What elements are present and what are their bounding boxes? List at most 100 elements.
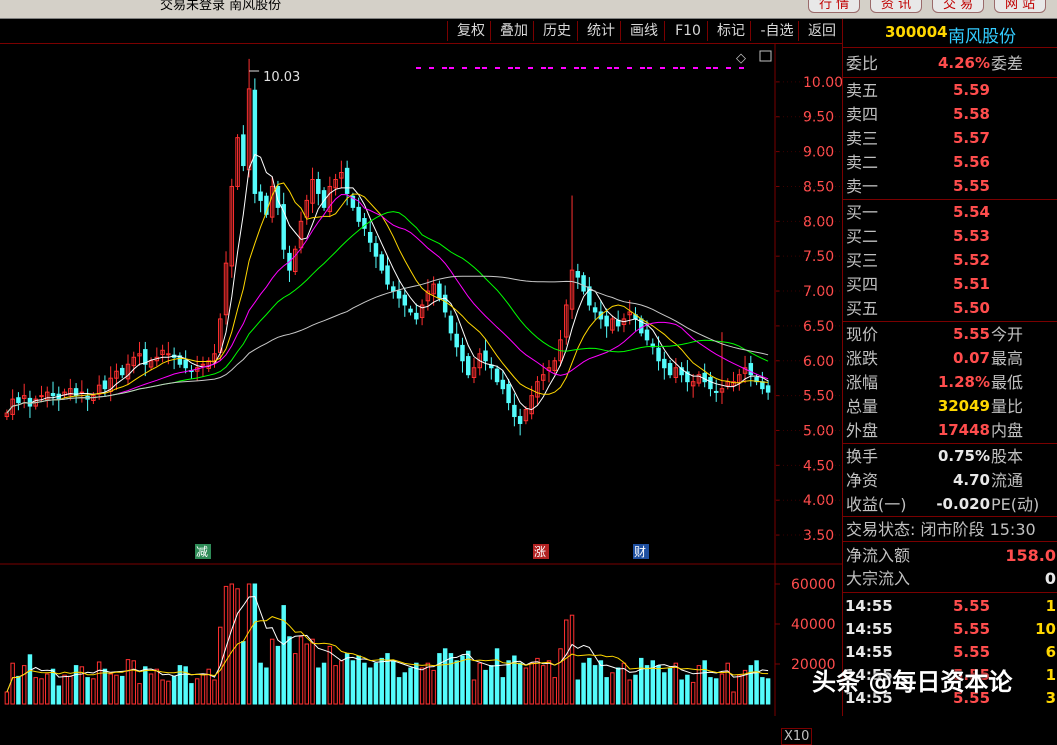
tick-row: 14:55 5.55 1: [843, 595, 1057, 618]
volume-bar: [448, 653, 454, 705]
price-axis: 10.00 9.50 9.00 8.50 8.00 7.50 7.00 6.50 6.00 5.5…: [775, 75, 843, 544]
volume-bar: [102, 668, 108, 705]
volume-bar: [33, 677, 38, 705]
watermark: 头条 @每日资本论: [812, 668, 1013, 696]
candle-body: [241, 134, 246, 167]
kline-chart[interactable]: 10.00 9.50 9.00 8.50 8.00 7.50 7.00 6.50 6.00 5.5…: [0, 44, 843, 745]
volume-bar: [633, 674, 638, 705]
candle-body: [506, 383, 511, 404]
event-marker-label[interactable]: 财: [634, 545, 646, 559]
diamond-icon[interactable]: ◇: [736, 51, 746, 66]
volume-bar: [304, 643, 309, 705]
mark-button[interactable]: 标记: [707, 21, 754, 41]
ma30-line: [6, 211, 769, 414]
volume-bar: [731, 691, 736, 705]
volume-bar: [91, 678, 96, 705]
candle-body: [517, 416, 523, 425]
stat-row-4-label2: 内盘: [991, 421, 1024, 440]
volume-bar: [356, 655, 361, 705]
candle-body: [414, 312, 419, 320]
menu-news[interactable]: 资 讯: [870, 0, 923, 13]
volume-bar: [419, 667, 425, 705]
back-button[interactable]: 返回: [798, 21, 845, 41]
volume-bar: [391, 660, 396, 705]
candle-body: [765, 385, 771, 393]
candle-body: [708, 376, 713, 390]
candle-body: [512, 404, 517, 418]
candle-body: [615, 319, 621, 327]
stock-code: 300004: [885, 23, 948, 41]
kline-svg[interactable]: 10.00 9.50 9.00 8.50 8.00 7.50 7.00 6.50 6.00 5.5…: [0, 44, 843, 716]
ask-row-1: 卖一 5.55: [843, 175, 1057, 198]
chart-controls: ◇: [736, 50, 772, 66]
volume-bar: [373, 662, 379, 705]
overlay-button[interactable]: 叠加: [490, 21, 537, 41]
volume-bar: [425, 662, 431, 705]
bid-row-5-label: 买五: [846, 299, 879, 318]
fund-row-1: 净资 4.70 流通: [843, 469, 1057, 492]
netflow-row: 净流入额 158.0: [843, 544, 1057, 567]
chart-toolbar: 复权 叠加 历史 统计 画线 F10 标记 -自选 返回: [0, 19, 842, 44]
volume-bar: [194, 678, 200, 705]
ask-row-2-label: 卖二: [846, 153, 879, 172]
menu-website[interactable]: 网 站: [994, 0, 1047, 13]
volume-bar: [396, 677, 402, 705]
stat-row-3-label: 总量: [846, 397, 879, 416]
stat-row-4-value: 17448: [937, 421, 990, 439]
candle-body: [575, 271, 581, 278]
volume-bar: [108, 673, 113, 705]
candle-body: [379, 254, 384, 271]
volume-bar: [137, 683, 142, 705]
volume-bar: [679, 679, 684, 705]
bid-row-1-label: 买一: [846, 203, 879, 222]
candles: [4, 58, 771, 436]
volume-bar: [662, 672, 667, 705]
candle-body: [396, 290, 402, 299]
candle-body: [258, 191, 263, 201]
volume-bar: [725, 662, 730, 705]
volume-bar: [171, 675, 177, 705]
window-toggle-icon[interactable]: [759, 50, 772, 62]
stat-row-1-label: 涨跌: [846, 349, 879, 368]
restore-rights-button[interactable]: 复权: [447, 21, 494, 41]
stat-row-0: 现价 5.55 今开: [843, 323, 1057, 346]
volume-bar: [27, 654, 33, 705]
self-select-button[interactable]: -自选: [750, 21, 803, 41]
menu-quotes[interactable]: 行 情: [808, 0, 861, 13]
volume-bar: [442, 648, 448, 705]
volume-bar: [114, 674, 119, 705]
bid-row-4-value: 5.51: [952, 275, 990, 293]
event-marker-label[interactable]: 减: [196, 545, 208, 559]
event-marker-label[interactable]: 涨: [534, 544, 546, 559]
stat-row-2: 涨幅 1.28% 最低: [843, 371, 1057, 394]
ask-row-5-value: 5.59: [952, 81, 990, 99]
title-bar: 交易未登录 南风股份 行 情 资 讯 交 易 网 站: [0, 0, 1057, 19]
candle-body: [402, 294, 408, 306]
fund-row-2-label: 收益(一): [846, 495, 907, 514]
bid-row-2-value: 5.53: [952, 227, 990, 245]
draw-line-button[interactable]: 画线: [620, 21, 667, 41]
statistics-button[interactable]: 统计: [577, 21, 624, 41]
stat-row-4-label: 外盘: [846, 421, 879, 440]
volume-bar: [546, 660, 552, 705]
volume-bar: [558, 648, 563, 705]
volume-bar: [367, 667, 373, 705]
bid-row-4-label: 买四: [846, 275, 879, 294]
fund-row-1-label2: 流通: [991, 471, 1024, 490]
netflow-value: 158.0: [1005, 546, 1056, 565]
candle-body: [483, 350, 488, 362]
history-button[interactable]: 历史: [533, 21, 580, 41]
fund-row-0-label: 换手: [846, 447, 879, 466]
bid-row-5: 买五 5.50: [843, 297, 1057, 320]
menu-trade[interactable]: 交 易: [932, 0, 985, 13]
volume-bar: [737, 674, 742, 705]
volume-bar: [460, 655, 465, 705]
volume-bar: [50, 668, 56, 705]
fund-row-2-value: -0.020: [936, 495, 990, 513]
volume-bar: [552, 677, 557, 705]
volume-bar: [327, 645, 333, 705]
volume-bar: [431, 669, 436, 705]
f10-button[interactable]: F10: [664, 21, 711, 41]
volume-bar: [454, 660, 459, 705]
volume-bar: [408, 667, 413, 705]
